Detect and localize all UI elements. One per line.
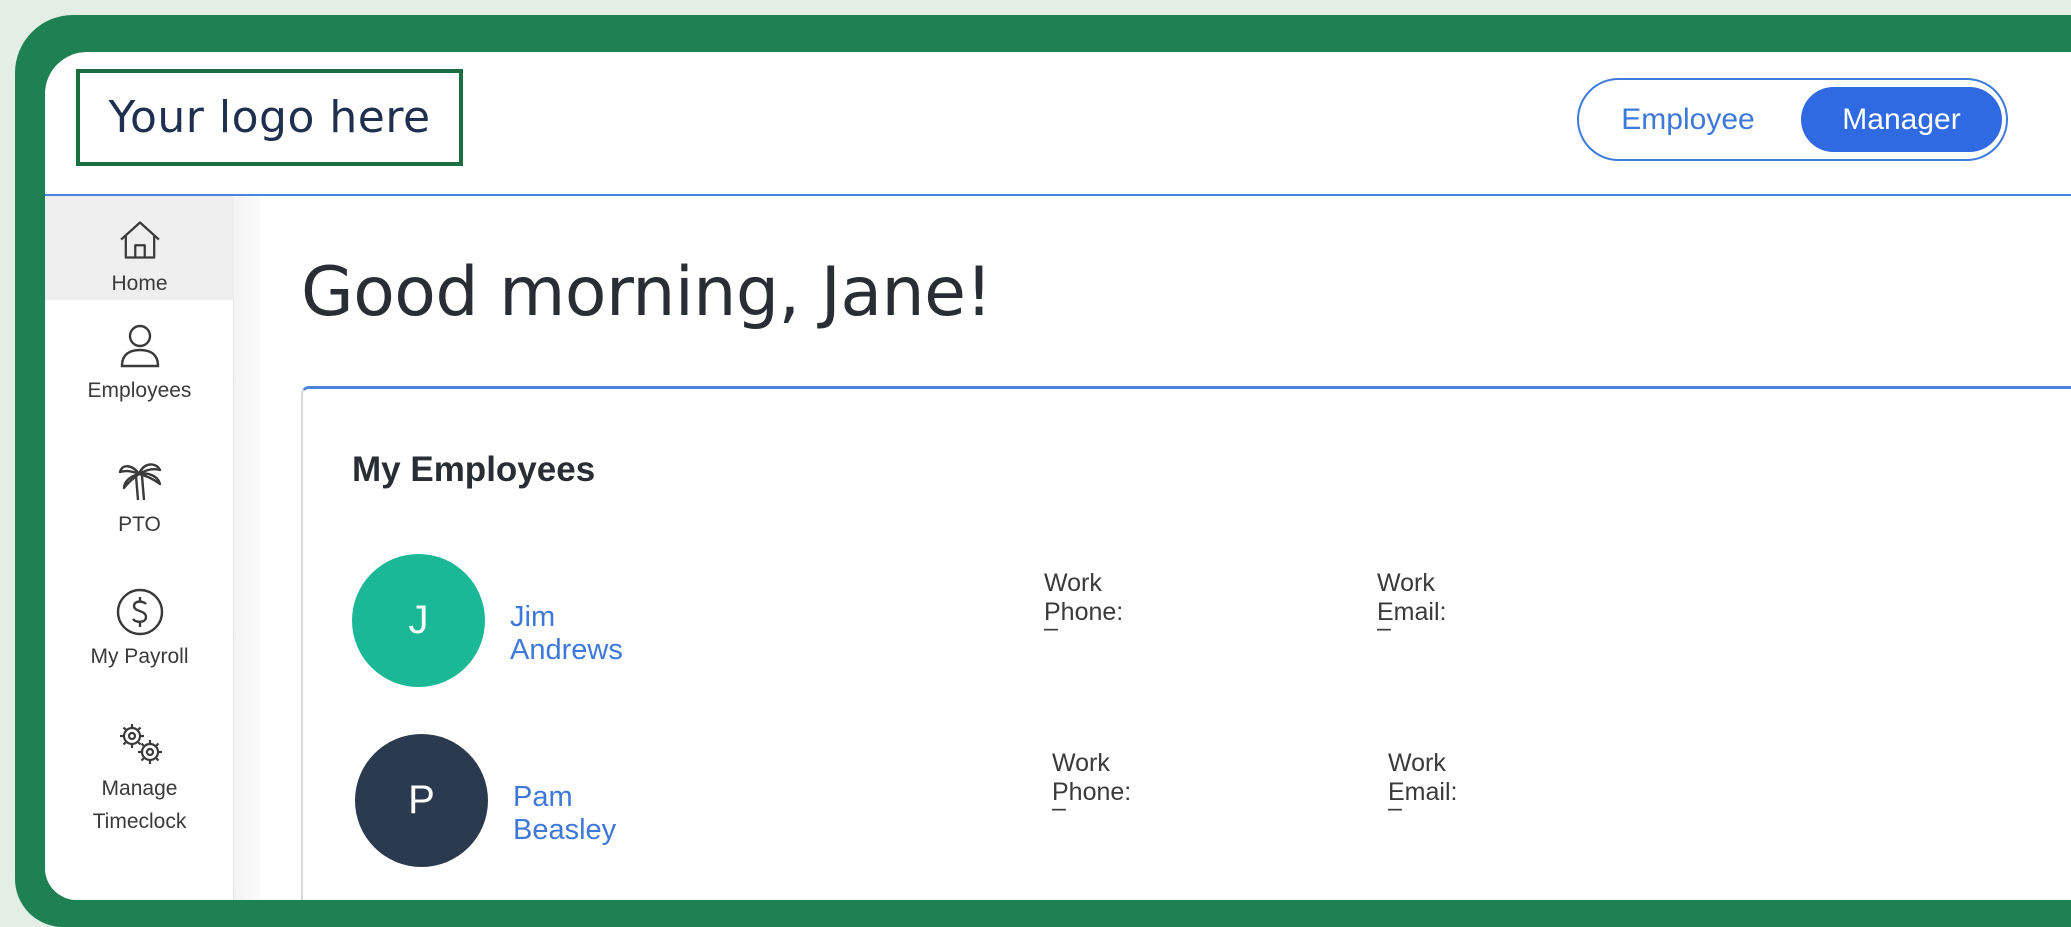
home-icon xyxy=(119,221,160,259)
page-greeting: Good morning, Jane! xyxy=(301,253,993,332)
sidebar-item-label: Home xyxy=(111,272,168,295)
work-phone-value: – xyxy=(1044,614,1058,642)
employee-name-link[interactable]: Pam Beasley xyxy=(513,781,616,847)
sidebar-item-my-payroll[interactable]: My Payroll xyxy=(45,584,234,684)
employee-toggle-option[interactable]: Employee xyxy=(1593,87,1783,152)
role-toggle[interactable]: Employee Manager xyxy=(1577,78,2008,161)
avatar[interactable]: P xyxy=(355,734,488,867)
logo-placeholder: Your logo here xyxy=(76,69,463,166)
sidebar: Home Employees PTO My Payroll Manage Tim… xyxy=(45,196,234,900)
sidebar-item-pto[interactable]: PTO xyxy=(45,452,234,552)
dollar-circle-icon xyxy=(116,588,163,636)
avatar-initial: J xyxy=(408,598,429,642)
person-icon xyxy=(120,324,159,368)
employee-name-link[interactable]: Jim Andrews xyxy=(510,601,623,667)
work-email-value: – xyxy=(1388,794,1402,822)
sidebar-item-manage-timeclock[interactable]: Manage Timeclock xyxy=(45,716,234,856)
sidebar-item-home[interactable]: Home xyxy=(45,196,234,300)
work-phone-value: – xyxy=(1052,794,1066,822)
avatar-initial: P xyxy=(408,778,435,822)
header-divider xyxy=(45,194,2071,196)
sidebar-shadow xyxy=(234,196,260,900)
manager-toggle-option[interactable]: Manager xyxy=(1801,87,2002,152)
sidebar-item-label: Manage Timeclock xyxy=(92,777,187,833)
gears-icon xyxy=(119,724,162,764)
card-title: My Employees xyxy=(352,450,596,489)
sidebar-item-label: My Payroll xyxy=(90,645,189,668)
app-screen: Your logo here Employee Manager Home Emp… xyxy=(45,52,2071,900)
avatar[interactable]: J xyxy=(352,554,485,687)
work-email-value: – xyxy=(1377,614,1391,642)
sidebar-item-label: Employees xyxy=(87,379,192,402)
logo-text: Your logo here xyxy=(108,92,431,143)
palm-tree-icon xyxy=(118,463,161,501)
sidebar-item-employees[interactable]: Employees xyxy=(45,318,234,422)
sidebar-item-label: PTO xyxy=(118,513,161,536)
